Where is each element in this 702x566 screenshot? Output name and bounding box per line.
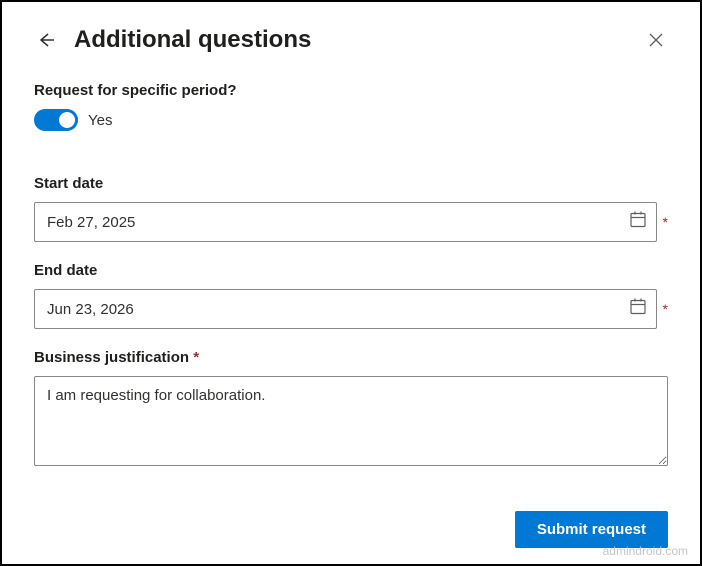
start-date-label: Start date — [34, 175, 668, 192]
close-icon — [648, 32, 664, 48]
required-mark: * — [663, 301, 668, 317]
start-date-group: Start date * — [34, 175, 668, 242]
justification-label-text: Business justification — [34, 349, 189, 366]
justification-label: Business justification * — [34, 349, 668, 366]
end-date-row: * — [34, 289, 668, 329]
close-button[interactable] — [644, 28, 668, 52]
justification-textarea[interactable] — [34, 376, 668, 466]
additional-questions-panel: Additional questions Request for specifi… — [2, 2, 700, 564]
page-title: Additional questions — [74, 26, 628, 54]
specific-period-toggle[interactable] — [34, 109, 78, 131]
toggle-value-label: Yes — [88, 112, 112, 129]
submit-request-button[interactable]: Submit request — [515, 511, 668, 548]
required-mark: * — [663, 214, 668, 230]
start-date-row: * — [34, 202, 668, 242]
arrow-left-icon — [36, 30, 56, 50]
panel-footer: Submit request — [34, 491, 668, 548]
start-date-wrapper — [34, 202, 657, 242]
back-button[interactable] — [34, 28, 58, 52]
start-date-input[interactable] — [34, 202, 657, 242]
end-date-group: End date * — [34, 262, 668, 329]
end-date-input[interactable] — [34, 289, 657, 329]
panel-header: Additional questions — [34, 26, 668, 54]
specific-period-label: Request for specific period? — [34, 82, 668, 99]
toggle-knob — [59, 112, 75, 128]
end-date-wrapper — [34, 289, 657, 329]
specific-period-toggle-row: Yes — [34, 109, 668, 131]
specific-period-group: Request for specific period? Yes — [34, 82, 668, 155]
watermark-text: admindroid.com — [603, 544, 688, 558]
justification-group: Business justification * — [34, 349, 668, 471]
end-date-label: End date — [34, 262, 668, 279]
required-mark: * — [193, 349, 199, 366]
